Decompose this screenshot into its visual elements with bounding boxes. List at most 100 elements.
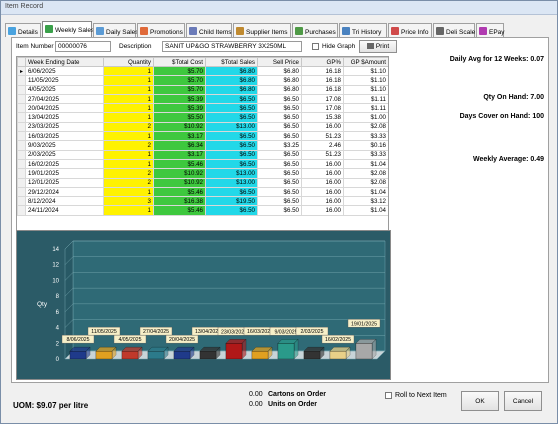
column-header[interactable]: GP $Amount — [343, 57, 388, 67]
y-tick-label: 8 — [56, 294, 60, 300]
table-cell: $6.80 — [205, 65, 258, 77]
tab-supplier-items[interactable]: Supplier Items — [233, 23, 291, 37]
tab-promotions[interactable]: Promotions — [137, 23, 185, 37]
y-tick-label: 2 — [56, 341, 60, 347]
table-cell: $5.70 — [153, 84, 206, 95]
row-selector[interactable] — [17, 121, 26, 133]
row-selector[interactable] — [17, 93, 26, 105]
table-cell: $5.46 — [153, 158, 206, 170]
row-selector[interactable] — [17, 196, 26, 207]
row-selector[interactable] — [17, 75, 26, 86]
column-header[interactable]: GP% — [301, 57, 344, 67]
row-selector[interactable] — [17, 84, 26, 95]
table-cell: $6.50 — [205, 103, 258, 114]
tab-strip: Details Weekly Sales Daily Sales Promotions… — [5, 21, 555, 37]
table-row[interactable]: 8/12/2024 3 $16.38 $19.50 $6.50 16.00 $3.12 — [17, 196, 388, 207]
table-row[interactable]: 19/01/2025 2 $10.92 $13.00 $6.50 16.00 $2.08 — [17, 168, 388, 179]
tab-label: EPay — [489, 29, 505, 36]
row-selector[interactable] — [17, 177, 26, 188]
row-selector[interactable] — [17, 149, 26, 160]
print-button[interactable]: Print — [359, 40, 397, 53]
table-row[interactable]: 4/05/2025 1 $5.70 $6.80 $6.80 16.18 $1.10 — [17, 84, 388, 95]
tab-weekly-sales[interactable]: Weekly Sales — [42, 21, 94, 37]
row-selector[interactable] — [17, 158, 26, 170]
table-cell: $2.08 — [343, 177, 388, 188]
table-cell: 51.23 — [301, 149, 344, 160]
table-cell: $13.00 — [205, 121, 258, 133]
item-number-field[interactable]: 00000076 — [55, 41, 111, 52]
table-cell: 1 — [103, 158, 154, 170]
bar — [303, 350, 321, 360]
table-cell: $6.50 — [257, 177, 302, 188]
tab-daily-sales[interactable]: Daily Sales — [93, 23, 139, 37]
y-tick-label: 14 — [52, 247, 59, 253]
table-cell: 1 — [103, 65, 154, 77]
table-cell: 16.00 — [301, 186, 344, 198]
tab-deli-scale[interactable]: Deli Scale — [433, 23, 475, 37]
column-header[interactable]: $Total Cost — [153, 57, 206, 67]
y-tick-label: 12 — [52, 263, 59, 269]
table-row[interactable]: 2/03/2025 1 $3.17 $6.50 $6.50 51.23 $3.33 — [17, 149, 388, 160]
data-label: 9/03/2025 — [274, 329, 297, 335]
table-row[interactable]: 23/03/2025 2 $10.92 $13.00 $6.50 16.00 $2.08 — [17, 121, 388, 133]
column-header[interactable]: Sell Price — [257, 57, 302, 67]
tab-tri-history[interactable]: Tri History — [339, 23, 387, 37]
table-cell: $13.00 — [205, 168, 258, 179]
row-selector[interactable] — [17, 168, 26, 179]
table-cell: $6.50 — [257, 158, 302, 170]
table-cell: $5.39 — [153, 103, 206, 114]
table-row[interactable]: 12/01/2025 2 $10.92 $13.00 $6.50 16.00 $2.08 — [17, 177, 388, 188]
cancel-button[interactable]: Cancel — [504, 391, 542, 411]
table-cell: $10.92 — [153, 168, 206, 179]
table-row[interactable]: 13/04/2025 1 $5.50 $6.50 $6.50 15.38 $1.00 — [17, 112, 388, 123]
column-header[interactable]: Week Ending Date — [25, 57, 104, 67]
table-row[interactable]: 24/11/2024 1 $5.46 $6.50 $6.50 16.00 $1.04 — [17, 205, 388, 216]
table-cell: $6.50 — [205, 140, 258, 151]
y-tick-label: 10 — [52, 278, 59, 284]
cartons-value: 0.00 — [249, 391, 263, 398]
table-cell: 16/02/2025 — [25, 158, 104, 170]
units-value: 0.00 — [249, 401, 263, 408]
ok-button[interactable]: OK — [461, 391, 499, 411]
tab-details[interactable]: Details — [5, 23, 41, 37]
tab-purchases[interactable]: Purchases — [292, 23, 338, 37]
row-selector[interactable] — [17, 131, 26, 142]
table-cell: $6.50 — [205, 112, 258, 123]
row-selector[interactable] — [17, 205, 26, 216]
table-row[interactable]: 9/03/2025 2 $6.34 $6.50 $3.25 2.46 $0.16 — [17, 140, 388, 151]
table-cell: 17.08 — [301, 103, 344, 114]
table-cell: 1 — [103, 131, 154, 142]
table-row[interactable]: ▸ 6/06/2025 1 $5.70 $6.80 $6.80 16.18 $1.10 — [17, 65, 388, 77]
row-selector[interactable]: ▸ — [17, 65, 26, 77]
hide-graph-checkbox[interactable] — [312, 43, 319, 50]
table-cell: $5.46 — [153, 186, 206, 198]
y-tick-label: 6 — [56, 310, 60, 316]
table-row[interactable]: 16/02/2025 1 $5.46 $6.50 $6.50 16.00 $1.04 — [17, 158, 388, 170]
row-selector[interactable] — [17, 140, 26, 151]
row-selector[interactable] — [17, 186, 26, 198]
table-cell: 51.23 — [301, 131, 344, 142]
table-cell: $6.50 — [257, 196, 302, 207]
column-header[interactable]: Quantity — [103, 57, 154, 67]
row-selector[interactable] — [17, 112, 26, 123]
table-row[interactable]: 20/04/2025 1 $5.39 $6.50 $6.50 17.08 $1.11 — [17, 103, 388, 114]
table-row[interactable]: 29/12/2024 1 $5.46 $6.50 $6.50 16.00 $1.04 — [17, 186, 388, 198]
row-selector[interactable] — [17, 103, 26, 114]
table-cell: $1.10 — [343, 84, 388, 95]
table-row[interactable]: 16/03/2025 1 $3.17 $6.50 $6.50 51.23 $3.33 — [17, 131, 388, 142]
tab-epay[interactable]: EPay — [476, 23, 505, 37]
description-field[interactable]: SANIT UP&GO STRAWBERRY 3X250ML — [162, 41, 302, 52]
tab-price-info[interactable]: Price Info — [388, 23, 432, 37]
table-cell: 2 — [103, 177, 154, 188]
table-cell: $6.50 — [205, 158, 258, 170]
table-row[interactable]: 11/05/2025 1 $5.70 $6.80 $6.80 16.18 $1.10 — [17, 75, 388, 86]
table-cell: $2.08 — [343, 121, 388, 133]
roll-next-checkbox[interactable] — [385, 392, 392, 399]
weekly-average: Weekly Average: 0.49 — [473, 156, 544, 163]
table-cell: $6.50 — [257, 121, 302, 133]
tab-icon — [391, 27, 399, 35]
tab-child-items[interactable]: Child Items — [186, 23, 232, 37]
table-row[interactable]: 27/04/2025 1 $5.39 $6.50 $6.50 17.08 $1.11 — [17, 93, 388, 105]
tab-label: Price Info — [401, 29, 429, 36]
column-header[interactable]: $Total Sales — [205, 57, 258, 67]
